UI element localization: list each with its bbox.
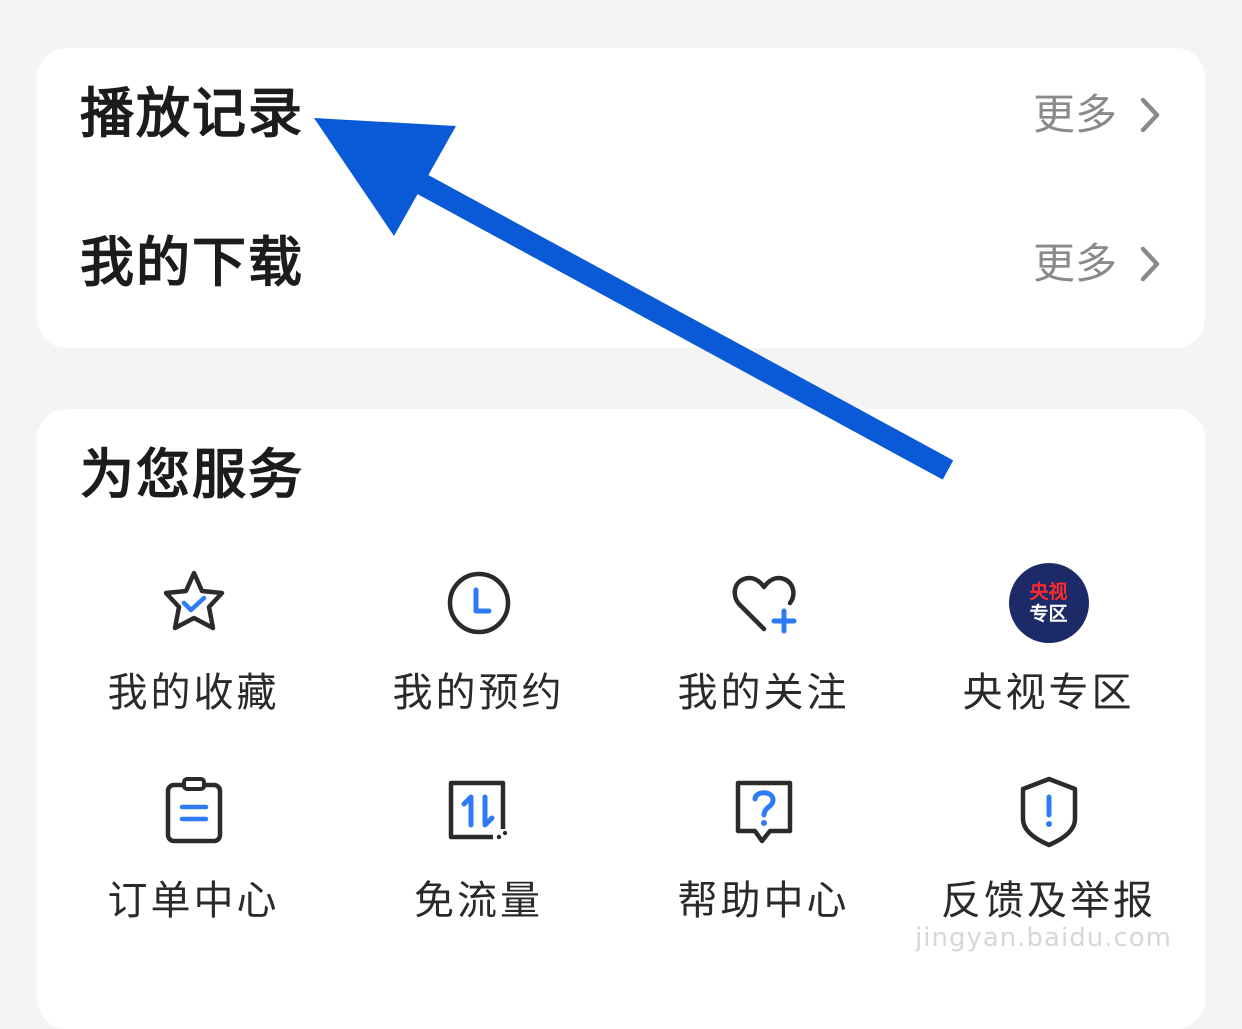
- service-label: 反馈及举报: [941, 878, 1156, 924]
- downloads-more-link[interactable]: 更多: [1033, 239, 1161, 289]
- more-label: 更多: [1032, 239, 1117, 288]
- service-feedback-report[interactable]: 反馈及举报: [906, 771, 1191, 924]
- badge-line-1: 央视: [1029, 581, 1068, 603]
- downloads-title: 我的下载: [80, 231, 304, 294]
- services-title: 为您服务: [80, 443, 304, 506]
- chevron-right-icon: [1140, 97, 1160, 133]
- service-label: 帮助中心: [677, 878, 850, 924]
- cctv-badge-icon: 央视 专区: [1008, 563, 1089, 643]
- service-label: 我的关注: [677, 670, 850, 716]
- play-history-title: 播放记录: [80, 82, 304, 145]
- history-card: 播放记录 更多 我的下载 更多: [37, 48, 1205, 348]
- service-following[interactable]: 我的关注: [621, 563, 906, 716]
- more-label: 更多: [1032, 90, 1117, 139]
- service-free-data[interactable]: 免流量: [336, 771, 621, 924]
- service-label: 央视专区: [962, 670, 1135, 716]
- play-history-more-link[interactable]: 更多: [1033, 90, 1161, 140]
- star-check-icon: [163, 570, 224, 631]
- service-label: 免流量: [414, 878, 543, 924]
- watermark: jingyan.baidu.com: [915, 923, 1172, 953]
- service-label: 我的收藏: [107, 670, 280, 716]
- chevron-right-icon: [1140, 246, 1160, 282]
- service-reservations[interactable]: 我的预约: [336, 563, 621, 716]
- service-help-center[interactable]: 帮助中心: [621, 771, 906, 924]
- clock-icon: [447, 571, 510, 635]
- shield-alert-icon: [1020, 776, 1077, 848]
- help-bubble-icon: [735, 780, 792, 844]
- service-label: 订单中心: [107, 878, 280, 924]
- service-label: 我的预约: [392, 670, 565, 716]
- service-cctv-zone[interactable]: 央视 专区 央视专区: [906, 563, 1191, 716]
- service-favorites[interactable]: 我的收藏: [51, 563, 336, 716]
- badge-line-2: 专区: [1029, 603, 1068, 625]
- data-transfer-icon: [448, 780, 507, 840]
- service-orders[interactable]: 订单中心: [51, 771, 336, 924]
- heart-plus-icon: [732, 575, 796, 634]
- clipboard-icon: [165, 777, 222, 844]
